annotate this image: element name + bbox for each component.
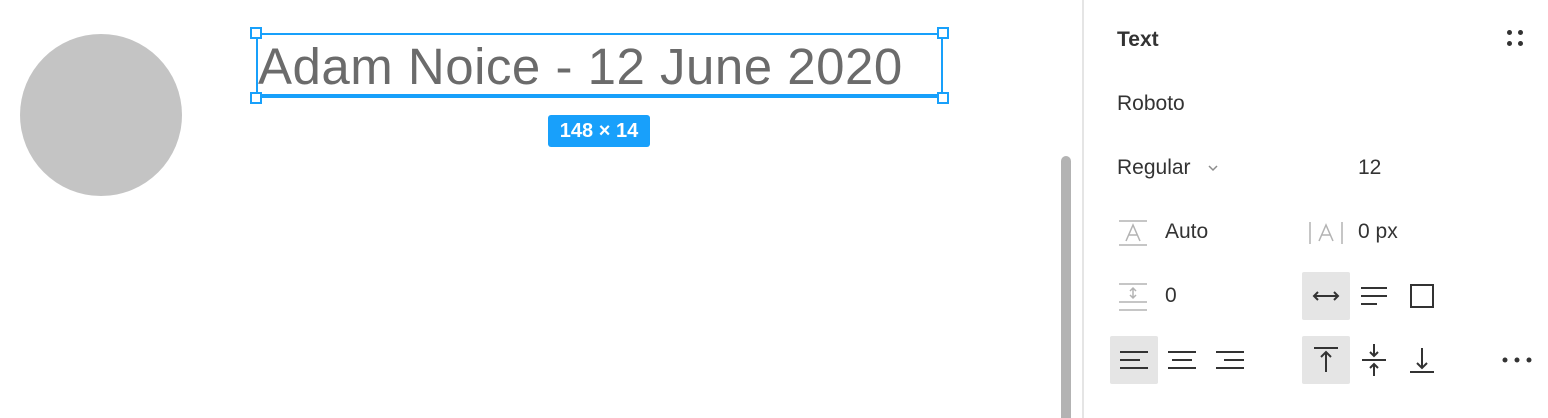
align-top-icon	[1314, 347, 1338, 372]
align-right-button[interactable]	[1206, 336, 1254, 384]
align-left-icon	[1120, 351, 1148, 369]
align-top-button[interactable]	[1302, 336, 1350, 384]
chevron-down-icon[interactable]	[1208, 164, 1218, 172]
font-family-select[interactable]: Roboto	[1117, 92, 1185, 116]
selected-text-layer[interactable]: Adam Noice - 12 June 2020	[256, 33, 943, 98]
align-left-button[interactable]	[1110, 336, 1158, 384]
letter-spacing-input[interactable]: 0 px	[1358, 220, 1398, 244]
align-bottom-icon	[1410, 348, 1434, 373]
canvas[interactable]: Adam Noice - 12 June 2020 148 × 14	[0, 0, 1082, 418]
font-weight-select[interactable]: Regular	[1117, 156, 1191, 180]
fixed-size-button[interactable]	[1398, 272, 1446, 320]
align-center-button[interactable]	[1158, 336, 1206, 384]
auto-height-button[interactable]	[1350, 272, 1398, 320]
line-height-input[interactable]: Auto	[1165, 220, 1208, 244]
canvas-scrollbar[interactable]	[1061, 156, 1071, 418]
auto-height-icon	[1361, 287, 1387, 305]
align-middle-button[interactable]	[1350, 336, 1398, 384]
align-right-icon	[1216, 351, 1244, 369]
selected-text-content[interactable]: Adam Noice - 12 June 2020	[258, 35, 941, 96]
auto-width-icon	[1312, 291, 1340, 301]
text-properties-panel: Text Roboto Regular 12 Auto 0 px 0	[1082, 0, 1548, 418]
auto-width-button[interactable]	[1302, 272, 1350, 320]
panel-title: Text	[1117, 28, 1159, 51]
resize-handle-bottom-left[interactable]	[250, 92, 262, 104]
align-middle-icon	[1362, 344, 1386, 376]
line-height-icon	[1119, 220, 1147, 246]
more-horizontal-icon[interactable]	[1501, 352, 1533, 368]
paragraph-spacing-input[interactable]: 0	[1165, 284, 1177, 308]
fixed-size-icon	[1410, 284, 1434, 308]
text-styles-icon[interactable]	[1507, 30, 1525, 48]
align-bottom-button[interactable]	[1398, 336, 1446, 384]
size-badge: 148 × 14	[548, 115, 650, 147]
font-size-input[interactable]: 12	[1358, 156, 1381, 180]
resize-handle-bottom-right[interactable]	[937, 92, 949, 104]
align-center-icon	[1168, 351, 1196, 369]
avatar-placeholder[interactable]	[20, 34, 182, 196]
resize-handle-top-right[interactable]	[937, 27, 949, 39]
resize-handle-top-left[interactable]	[250, 27, 262, 39]
letter-spacing-icon	[1309, 222, 1343, 244]
paragraph-spacing-icon	[1119, 283, 1147, 311]
